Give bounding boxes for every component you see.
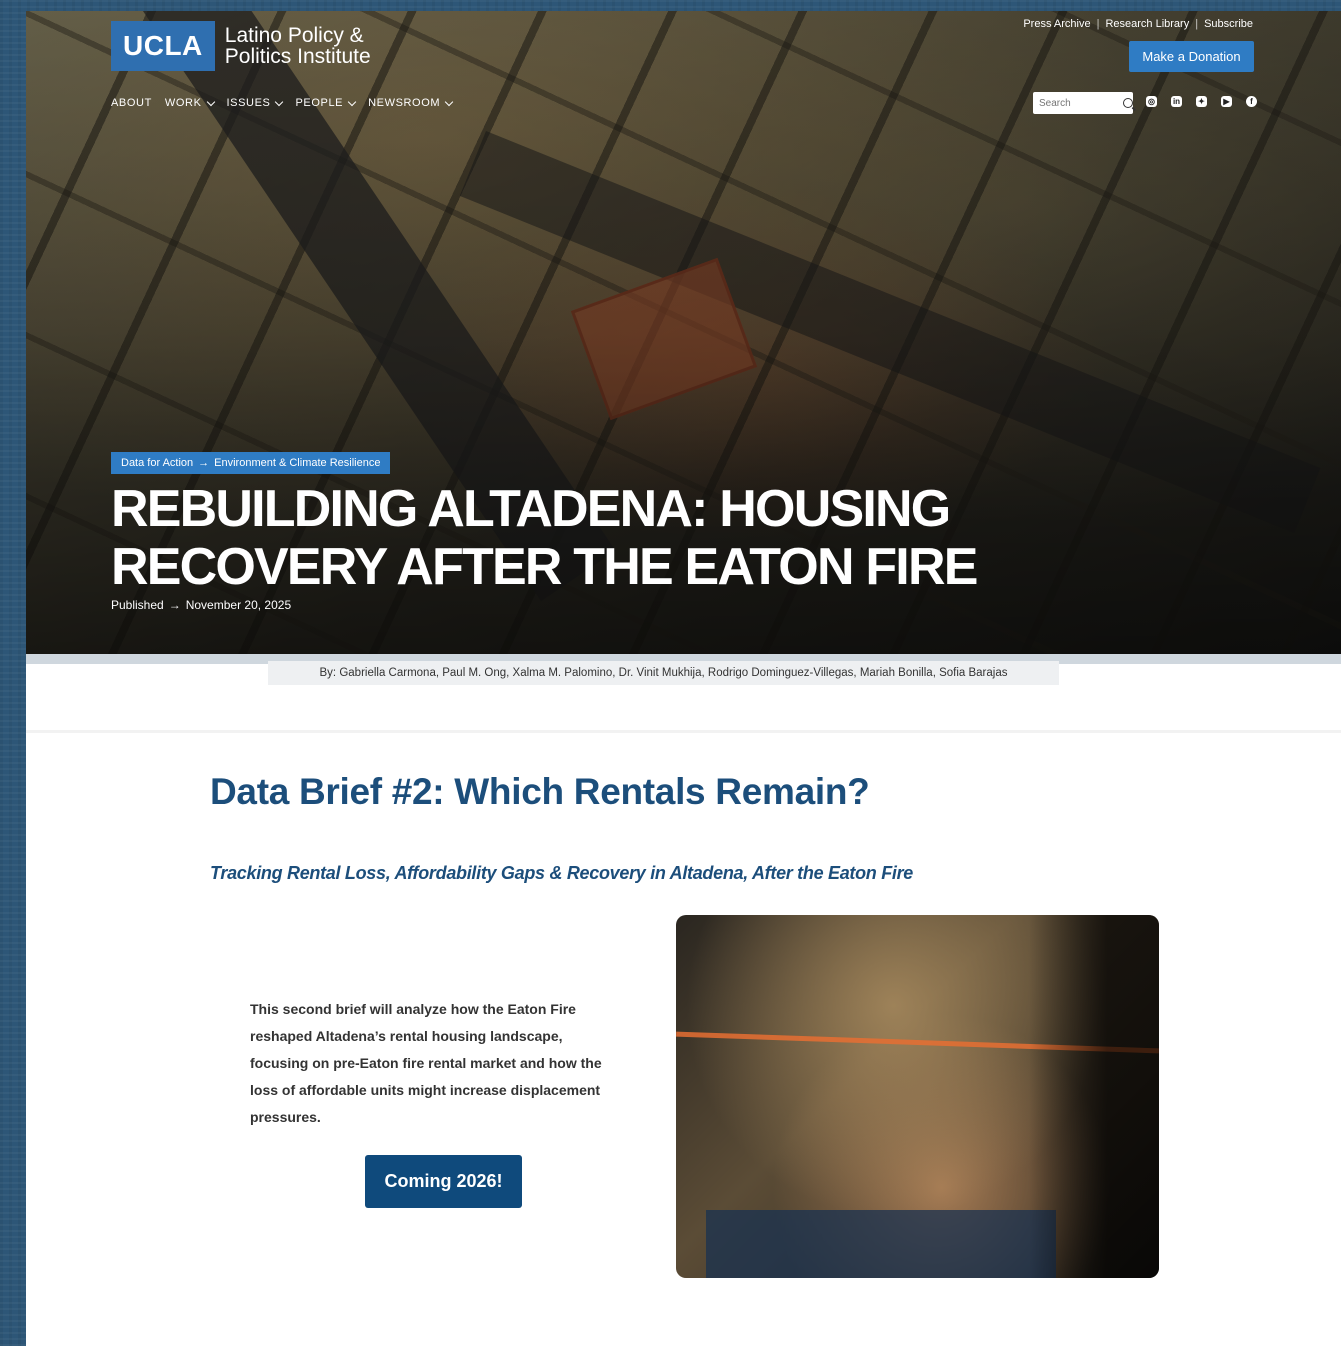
aerial-lot-photo: [676, 915, 1159, 1278]
coming-soon-button[interactable]: Coming 2026!: [365, 1155, 522, 1208]
nav-item-about[interactable]: ABOUT: [111, 97, 152, 109]
research-library-link[interactable]: Research Library: [1105, 18, 1189, 30]
press-archive-link[interactable]: Press Archive: [1023, 18, 1090, 30]
nav-item-newsroom[interactable]: NEWSROOM: [368, 97, 454, 109]
breadcrumb-parent[interactable]: Data for Action: [121, 457, 193, 469]
chevron-down-icon: [206, 97, 215, 106]
search-input[interactable]: [1033, 97, 1117, 109]
linkedin-icon[interactable]: in: [1171, 96, 1182, 107]
page-title: Rebuilding Altadena: Housing Recovery Af…: [111, 480, 978, 596]
arrow-right-icon: →: [198, 457, 210, 469]
twitter-icon[interactable]: ✦: [1196, 96, 1207, 107]
authors-bar: By: Gabriella Carmona, Paul M. Ong, Xalm…: [268, 661, 1059, 685]
donate-button[interactable]: Make a Donation: [1129, 41, 1254, 72]
arrow-right-icon: →: [168, 598, 181, 612]
nav-item-work[interactable]: WORK: [165, 97, 215, 109]
search-icon[interactable]: [1123, 98, 1133, 108]
youtube-icon[interactable]: ▶: [1221, 96, 1232, 107]
section-divider: [26, 730, 1341, 733]
category-breadcrumb[interactable]: Data for Action → Environment & Climate …: [111, 452, 391, 474]
main-nav: ABOUT WORK ISSUES PEOPLE NEWSROOM: [111, 97, 454, 109]
breadcrumb-child[interactable]: Environment & Climate Resilience: [214, 457, 380, 469]
ucla-logo-mark: UCLA: [111, 21, 215, 71]
brief-title: Data Brief #2: Which Rentals Remain?: [210, 771, 870, 812]
social-links: ◎ in ✦ ▶ f: [1146, 96, 1257, 107]
brief-subtitle: Tracking Rental Loss, Affordability Gaps…: [210, 863, 914, 883]
chevron-down-icon: [275, 97, 284, 106]
chevron-down-icon: [347, 97, 357, 106]
nav-item-people[interactable]: PEOPLE: [295, 97, 357, 109]
brief-description: This second brief will analyze how the E…: [250, 1001, 602, 1125]
search-box: [1033, 92, 1133, 114]
utility-nav: Press Archive | Research Library | Subsc…: [1023, 18, 1253, 30]
subscribe-link[interactable]: Subscribe: [1204, 18, 1253, 30]
site-logo[interactable]: UCLA Latino Policy & Politics Institute: [111, 21, 395, 71]
web-page: UCLA Latino Policy & Politics Institute …: [26, 11, 1341, 1346]
published-date: Published → November 20, 2025: [111, 598, 292, 612]
facebook-icon[interactable]: f: [1246, 96, 1257, 107]
institute-name: Latino Policy & Politics Institute: [224, 24, 371, 68]
nav-item-issues[interactable]: ISSUES: [227, 97, 284, 109]
chevron-down-icon: [444, 97, 454, 106]
instagram-icon[interactable]: ◎: [1146, 96, 1157, 107]
